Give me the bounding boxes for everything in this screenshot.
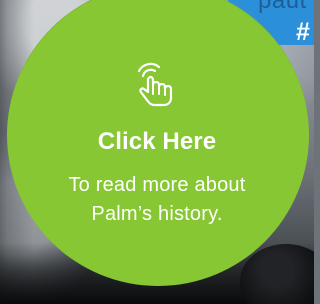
screenshot-stage: paut # Click Here To read more about Pal… <box>0 0 314 304</box>
background-partial-text: paut <box>258 0 307 14</box>
background-hash-text: # <box>296 18 310 46</box>
